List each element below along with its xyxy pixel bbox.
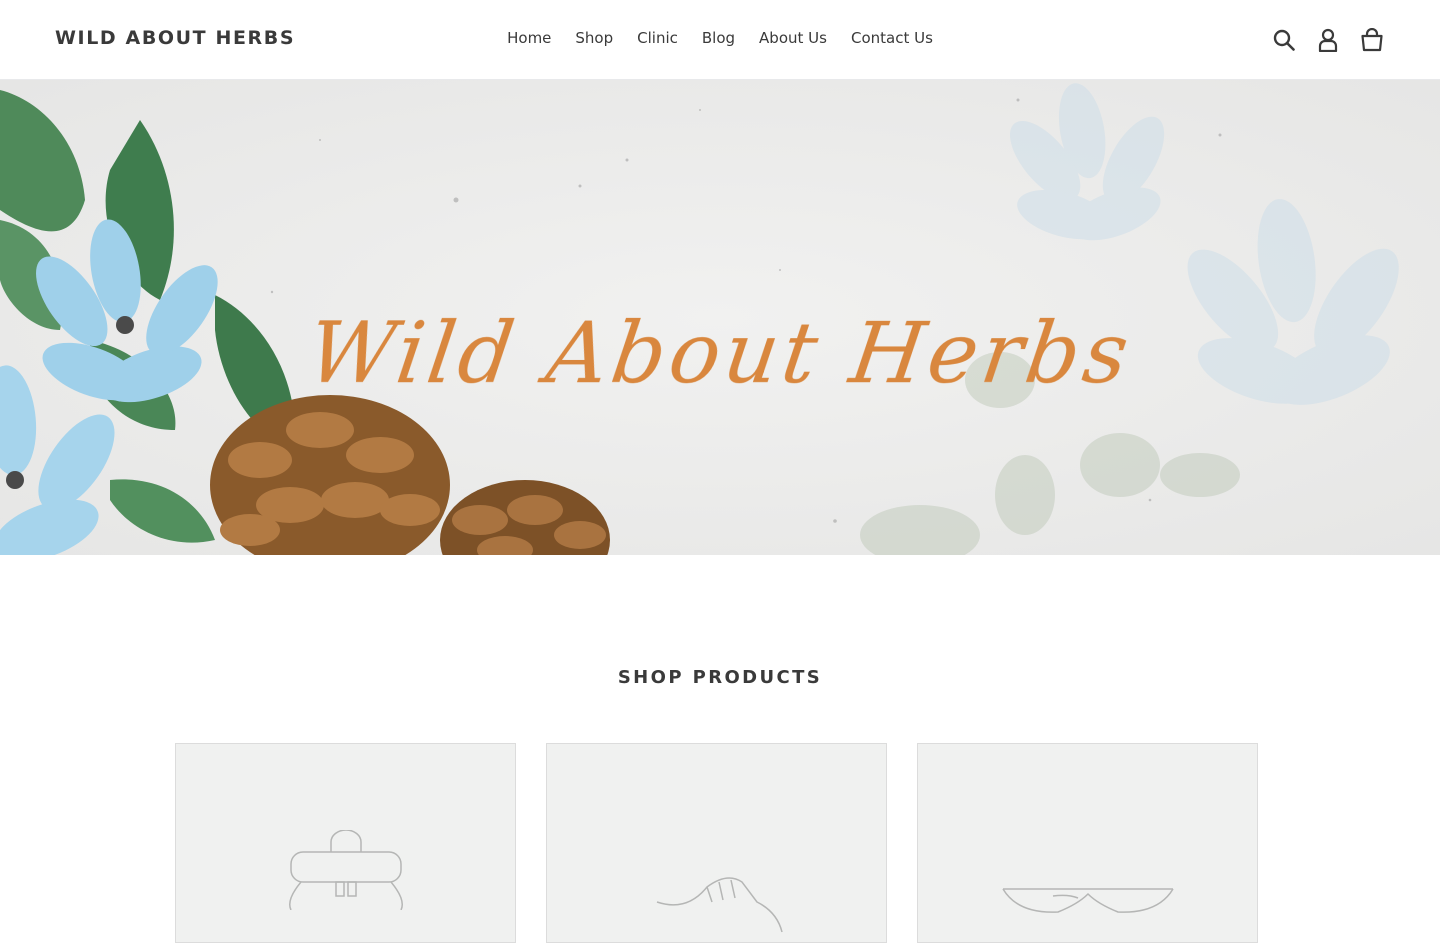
nav-shop[interactable]: Shop: [563, 29, 625, 47]
product-card[interactable]: [917, 743, 1258, 943]
nav-blog[interactable]: Blog: [690, 29, 747, 47]
account-icon[interactable]: [1315, 26, 1341, 54]
shop-products-section: SHOP PRODUCTS: [0, 555, 1440, 943]
product-card[interactable]: [175, 743, 516, 943]
nav-home[interactable]: Home: [495, 29, 563, 47]
header-icons: [1271, 26, 1385, 54]
search-icon[interactable]: [1271, 26, 1297, 54]
backpack-placeholder-icon: [288, 830, 403, 910]
hero-title: Wild About Herbs: [301, 304, 1139, 402]
main-nav: Home Shop Clinic Blog About Us Contact U…: [0, 29, 1440, 47]
product-card[interactable]: [546, 743, 887, 943]
sunglasses-placeholder-icon: [1001, 888, 1174, 913]
product-grid: [175, 743, 1258, 943]
section-title: SHOP PRODUCTS: [617, 667, 823, 688]
hero-banner: Wild About Herbs: [0, 80, 1440, 555]
nav-clinic[interactable]: Clinic: [625, 29, 690, 47]
shoe-placeholder-icon: [656, 877, 783, 933]
cart-icon[interactable]: [1359, 26, 1385, 54]
nav-about-us[interactable]: About Us: [747, 29, 839, 47]
nav-contact-us[interactable]: Contact Us: [839, 29, 945, 47]
site-header: WILD ABOUT HERBS Home Shop Clinic Blog A…: [0, 0, 1440, 80]
